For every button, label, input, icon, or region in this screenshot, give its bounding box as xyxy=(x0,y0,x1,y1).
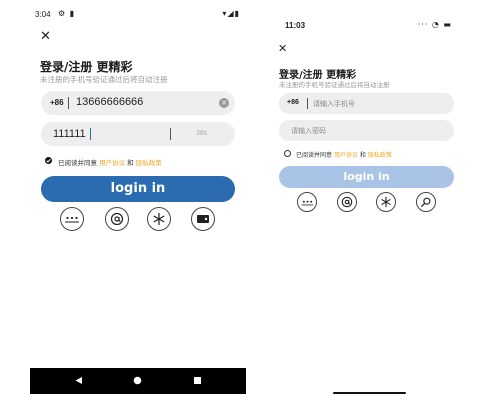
card-login-icon[interactable] xyxy=(191,207,215,231)
status-time: 11:03 xyxy=(285,21,306,30)
snowflake-icon[interactable] xyxy=(147,207,171,231)
key-search-icon[interactable] xyxy=(416,192,436,212)
countdown-timer: 38s xyxy=(196,130,208,137)
separator xyxy=(68,97,69,109)
phone-field[interactable]: +86 请输入手机号 xyxy=(279,93,454,114)
sms-login-icon[interactable] xyxy=(297,192,317,212)
screen-right: 11:03 ··· ◔ ▬ ✕ 登录/注册 更精彩 未注册的手机号验证通过后将自… xyxy=(273,0,466,400)
code-field[interactable]: 111111 38s xyxy=(41,122,235,146)
user-agreement-link[interactable]: 用户协议 xyxy=(334,152,358,159)
status-bar: 11:03 ··· ◔ ▬ xyxy=(273,0,466,30)
privacy-policy-link[interactable]: 隐私政策 xyxy=(368,152,392,159)
android-nav-bar xyxy=(30,368,246,394)
email-login-icon[interactable] xyxy=(105,207,129,231)
separator xyxy=(170,128,171,140)
back-icon[interactable] xyxy=(74,376,83,385)
country-code[interactable]: +86 xyxy=(50,98,64,107)
close-icon[interactable]: ✕ xyxy=(40,30,51,43)
status-icons: ··· ◔ ▬ xyxy=(417,20,452,29)
alt-login-row xyxy=(30,207,246,233)
home-indicator[interactable] xyxy=(333,392,406,394)
agreement-label: 已阅读并同意 xyxy=(296,152,333,159)
privacy-policy-link[interactable]: 隐私政策 xyxy=(136,159,162,167)
home-icon[interactable] xyxy=(133,376,142,385)
password-field[interactable]: 请输入密码 xyxy=(279,120,454,141)
separator xyxy=(307,98,308,109)
code-input[interactable]: 111111 xyxy=(53,128,86,140)
login-button[interactable]: login in xyxy=(279,166,454,188)
close-icon[interactable]: ✕ xyxy=(278,42,287,55)
alt-login-row xyxy=(273,192,466,214)
clear-icon[interactable]: ✕ xyxy=(219,98,229,108)
phone-input[interactable]: 请输入手机号 xyxy=(313,99,355,109)
sms-login-icon[interactable] xyxy=(60,207,84,231)
status-bar: 3:04 ⚙ ▮ ▾◢▮ xyxy=(30,0,246,22)
password-input[interactable]: 请输入密码 xyxy=(291,126,326,136)
country-code[interactable]: +86 xyxy=(287,99,299,106)
agreement-checkbox[interactable] xyxy=(284,150,291,157)
user-agreement-link[interactable]: 用户协议 xyxy=(99,159,125,167)
snowflake-icon[interactable] xyxy=(376,192,396,212)
phone-field[interactable]: +86 13666666666 ✕ xyxy=(41,91,235,115)
agreement-and: 和 xyxy=(359,152,366,159)
agreement-and: 和 xyxy=(127,159,134,167)
page-title: 登录/注册 更精彩 xyxy=(40,60,133,74)
recents-icon[interactable] xyxy=(193,376,202,385)
agreement-text: 已阅读并同意 用户协议 和 隐私政策 xyxy=(296,150,392,159)
login-button[interactable]: login in xyxy=(41,176,235,202)
phone-input[interactable]: 13666666666 xyxy=(76,96,143,108)
agreement-label: 已阅读并同意 xyxy=(58,159,97,167)
page-subtitle: 未注册的手机号验证通过后将自动注册 xyxy=(279,81,390,89)
agreement-text: 已阅读并同意 用户协议 和 隐私政策 xyxy=(58,157,162,167)
status-icons-left: ⚙ ▮ xyxy=(58,9,76,18)
screen-left: 3:04 ⚙ ▮ ▾◢▮ ✕ 登录/注册 更精彩 未注册的手机号验证通过后将自动… xyxy=(30,0,246,394)
page-subtitle: 未注册的手机号验证通过后将自动注册 xyxy=(40,75,168,84)
status-time: 3:04 xyxy=(35,10,51,19)
agreement-checkbox-checked[interactable] xyxy=(45,157,52,164)
text-caret xyxy=(90,128,91,140)
status-icons-right: ▾◢▮ xyxy=(222,9,240,18)
email-login-icon[interactable] xyxy=(337,192,357,212)
